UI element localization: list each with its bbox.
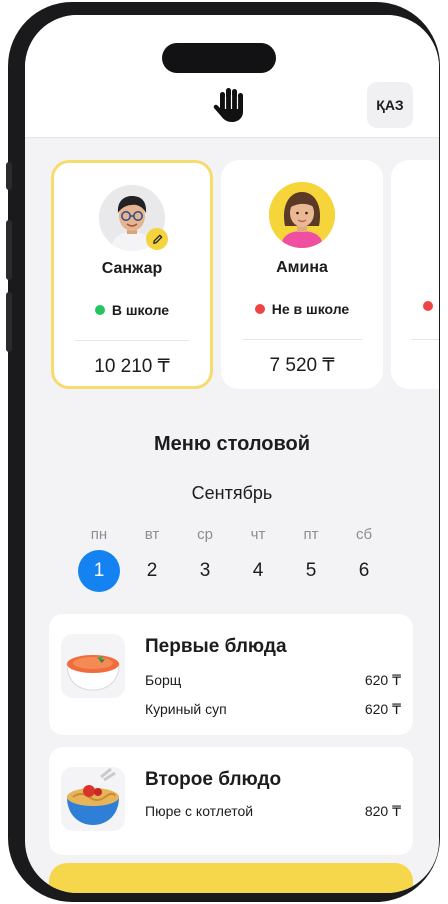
pencil-icon (152, 234, 162, 244)
dish-item: Куриный суп 620 ₸ (145, 701, 401, 718)
soup-bowl-icon (61, 634, 125, 698)
status-text: В школе (111, 302, 170, 318)
dish-price: 820 ₸ (364, 803, 401, 819)
phone-side-button (6, 292, 12, 352)
app-screen: ҚАЗ Санжар В школе 10 210 ₸ Амина Не в ш… (25, 15, 439, 893)
day-button[interactable]: 5 (290, 550, 332, 592)
phone-side-button (6, 220, 12, 280)
dynamic-island (162, 43, 276, 73)
child-name: Санжар (101, 260, 163, 277)
child-card[interactable]: Амина Не в школе 7 520 ₸ (221, 160, 383, 389)
day-button[interactable]: 2 (131, 550, 173, 592)
dish-section-card[interactable]: Первые блюда Борщ 620 ₸ Куриный суп 620 … (49, 614, 413, 735)
status-dot (94, 305, 105, 315)
dish-section-title: Второе блюдо (145, 769, 282, 790)
day-button[interactable]: 1 (78, 550, 120, 592)
dish-price: 620 ₸ (364, 701, 401, 717)
language-button[interactable]: ҚАЗ (367, 82, 413, 128)
dish-price: 620 ₸ (364, 672, 401, 688)
bottom-action-button[interactable] (49, 863, 413, 893)
dish-item: Борщ 620 ₸ (145, 672, 401, 689)
phone-side-button (6, 162, 12, 190)
month-label: Сентябрь (191, 483, 273, 503)
day-button[interactable]: 4 (237, 550, 279, 592)
status-dot (254, 304, 265, 314)
dish-section-title: Первые блюда (145, 636, 287, 657)
dish-name: Пюре с котлетой (145, 803, 254, 819)
day-button[interactable]: 6 (343, 550, 385, 592)
child-name: Амина (276, 259, 328, 276)
weekday-label: вт (144, 526, 160, 543)
edit-badge[interactable] (146, 228, 168, 250)
child-card[interactable]: Санжар В школе 10 210 ₸ (51, 160, 213, 389)
presence-status: Не в школе (221, 301, 383, 317)
girl-avatar-icon (269, 182, 335, 248)
status-dot (423, 301, 433, 311)
weekday-label: пт (303, 526, 319, 543)
weekday-label: ср (197, 526, 213, 543)
balance-amount: 7 520 ₸ (269, 355, 335, 376)
divider (242, 339, 362, 340)
weekday-label: пн (90, 526, 108, 543)
avatar (269, 182, 335, 248)
dish-item: Пюре с котлетой 820 ₸ (145, 803, 401, 820)
dish-name: Куриный суп (145, 701, 227, 717)
noodle-bowl-icon (61, 767, 125, 831)
divider (75, 340, 189, 341)
child-card[interactable] (391, 160, 439, 389)
presence-status: В школе (54, 302, 210, 318)
dish-name: Борщ (145, 672, 182, 688)
presence-status (391, 301, 439, 311)
day-button[interactable]: 3 (184, 550, 226, 592)
weekday-label: чт (250, 526, 266, 543)
dish-section-card[interactable]: Второе блюдо Пюре с котлетой 820 ₸ (49, 747, 413, 855)
balance-amount: 10 210 ₸ (94, 356, 170, 377)
status-text: Не в школе (271, 301, 350, 317)
phone-frame: ҚАЗ Санжар В школе 10 210 ₸ Амина Не в ш… (6, 2, 440, 902)
menu-title: Меню столовой (153, 433, 311, 455)
divider (412, 339, 439, 340)
app-header: ҚАЗ (25, 15, 439, 138)
raised-hand-icon (213, 88, 243, 122)
weekday-label: сб (355, 526, 373, 543)
